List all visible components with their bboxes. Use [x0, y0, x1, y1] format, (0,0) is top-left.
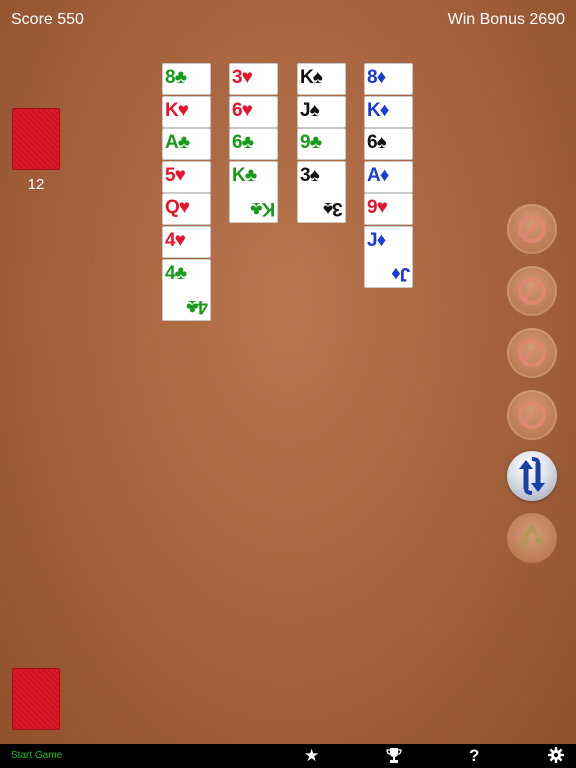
card-suit: ♠ — [309, 99, 320, 121]
undo-redo-button[interactable] — [507, 451, 557, 501]
card-rank: 6 — [367, 132, 378, 154]
card-corner-inverted: J♦ — [392, 261, 410, 285]
playing-card[interactable]: K♥ — [162, 95, 211, 128]
card-rank: 9 — [300, 132, 311, 154]
card-rank: 3 — [333, 197, 343, 219]
card-suit: ♥ — [177, 99, 189, 121]
card-rank: 6 — [232, 99, 243, 121]
card-rank: A — [165, 132, 179, 154]
playing-card[interactable]: 6♠ — [364, 128, 413, 161]
card-suit: ♣ — [174, 262, 188, 284]
trophy-icon[interactable] — [386, 747, 402, 768]
card-suit: ♥ — [376, 197, 388, 219]
card-suit: ♠ — [312, 67, 323, 88]
playing-card[interactable]: 4♥ — [162, 226, 211, 258]
foundation-slot-1-button[interactable] — [507, 204, 557, 254]
no-entry-icon — [518, 215, 546, 243]
card-rank: K — [367, 99, 381, 121]
card-suit: ♣ — [241, 132, 255, 154]
card-rank: 8 — [367, 67, 378, 88]
gear-icon[interactable] — [548, 747, 564, 767]
card-suit: ♥ — [241, 67, 253, 88]
playing-card[interactable]: Q♥ — [162, 193, 211, 226]
foundation-slot-2-button[interactable] — [507, 266, 557, 316]
playing-card[interactable]: J♦ J♦ — [364, 226, 413, 288]
playing-card[interactable]: J♠ — [297, 95, 346, 128]
card-rank: 4 — [165, 262, 176, 284]
playing-card[interactable]: 3♥ — [229, 63, 278, 95]
card-rank: K — [300, 67, 314, 88]
card-rank: A — [367, 164, 381, 186]
recycle-button[interactable] — [507, 513, 557, 563]
card-suit: ♥ — [174, 164, 186, 186]
card-rank: J — [300, 99, 311, 121]
card-rank: 9 — [367, 197, 378, 219]
playing-card[interactable]: 8♣ — [162, 63, 211, 95]
card-suit: ♥ — [241, 99, 253, 121]
playing-card[interactable]: A♣ — [162, 128, 211, 161]
card-rank: 3 — [232, 67, 243, 88]
playing-card[interactable]: 6♣ — [229, 128, 278, 161]
card-suit: ♦ — [376, 67, 387, 88]
star-icon[interactable]: ★ — [304, 747, 319, 765]
win-bonus-label: Win Bonus 2690 — [447, 11, 565, 28]
card-corner-inverted: 4♣ — [187, 294, 208, 318]
playing-card[interactable]: 3♠ 3♠ — [297, 160, 346, 223]
card-suit: ♣ — [244, 164, 258, 186]
playing-card[interactable]: 5♥ — [162, 160, 211, 193]
playing-card[interactable]: 6♥ — [229, 95, 278, 128]
card-rank: 4 — [165, 230, 176, 251]
card-suit: ♦ — [379, 164, 390, 186]
foundation-slot-4-button[interactable] — [507, 390, 557, 440]
start-game-button[interactable]: Start Game — [11, 750, 62, 761]
card-suit: ♣ — [309, 132, 323, 154]
bottom-toolbar: Start Game ★ ? — [0, 744, 576, 768]
card-rank: 4 — [198, 295, 208, 317]
playing-card[interactable]: 9♣ — [297, 128, 346, 161]
stock-count: 12 — [27, 176, 45, 193]
card-suit: ♠ — [309, 164, 320, 186]
playing-card[interactable]: 8♦ — [364, 63, 413, 95]
no-entry-icon — [518, 339, 546, 367]
card-rank: 8 — [165, 67, 176, 88]
card-suit: ♣ — [250, 197, 263, 219]
card-rank: 5 — [165, 164, 176, 186]
score-label: Score 550 — [11, 11, 84, 28]
recycle-icon — [521, 524, 543, 552]
card-suit: ♣ — [177, 132, 191, 154]
card-suit: ♠ — [376, 132, 387, 154]
card-rank: J — [367, 230, 378, 251]
card-rank: 3 — [300, 164, 311, 186]
card-suit: ♣ — [186, 295, 199, 317]
stock-pile[interactable] — [12, 108, 60, 170]
card-suit: ♥ — [178, 197, 190, 219]
playing-card[interactable]: K♠ — [297, 63, 346, 95]
card-rank: K — [262, 197, 275, 219]
waste-pile[interactable] — [12, 668, 60, 730]
playing-card[interactable]: A♦ — [364, 160, 413, 193]
card-suit: ♠ — [324, 197, 334, 219]
foundation-slot-3-button[interactable] — [507, 328, 557, 378]
playing-card[interactable]: 9♥ — [364, 193, 413, 226]
card-suit: ♦ — [391, 263, 401, 284]
no-entry-icon — [518, 401, 546, 429]
card-suit: ♣ — [174, 67, 188, 88]
no-entry-icon — [518, 277, 546, 305]
card-corner-inverted: 3♠ — [324, 196, 343, 220]
card-suit: ♦ — [376, 230, 387, 251]
card-rank: 6 — [232, 132, 243, 154]
card-rank: J — [400, 263, 410, 284]
playing-card[interactable]: 4♣ 4♣ — [162, 258, 211, 321]
card-suit: ♥ — [174, 230, 186, 251]
card-corner-inverted: K♣ — [251, 196, 275, 220]
help-icon[interactable]: ? — [469, 747, 479, 765]
card-rank: K — [232, 164, 246, 186]
swap-arrows-icon — [519, 457, 545, 495]
card-rank: K — [165, 99, 179, 121]
card-rank: Q — [165, 197, 180, 219]
playing-card[interactable]: K♣ K♣ — [229, 160, 278, 223]
playing-card[interactable]: K♦ — [364, 95, 413, 128]
card-suit: ♦ — [379, 99, 390, 121]
